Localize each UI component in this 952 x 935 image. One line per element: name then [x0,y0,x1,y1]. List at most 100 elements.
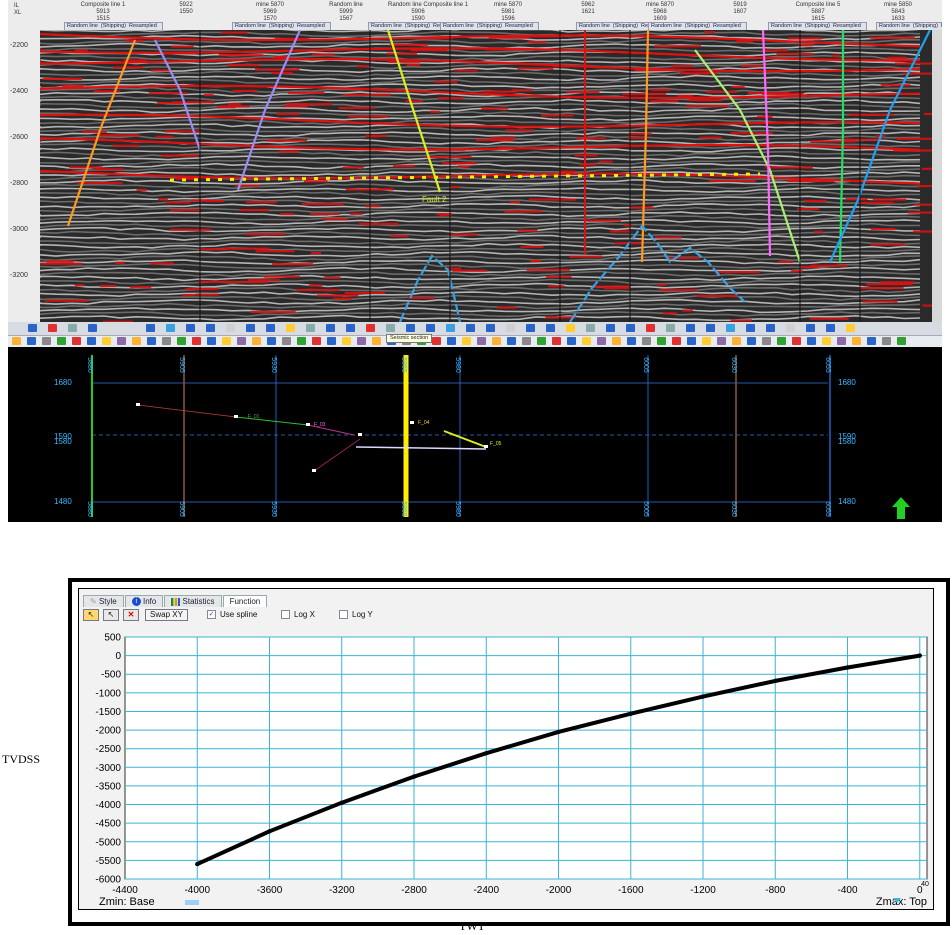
map-toolbar-button[interactable] [612,337,621,345]
toolbar-button[interactable] [346,324,355,332]
toolbar-button[interactable] [386,324,395,332]
toolbar-button[interactable] [286,324,295,332]
map-toolbar-button[interactable] [867,337,876,345]
toolbar-button[interactable] [366,324,375,332]
map-toolbar-button[interactable] [27,337,36,345]
map-toolbar-button[interactable] [297,337,306,345]
toolbar-button[interactable] [826,324,835,332]
map-toolbar-button[interactable] [372,337,381,345]
map-toolbar-button[interactable] [267,337,276,345]
toolbar-button[interactable] [766,324,775,332]
map-toolbar-button[interactable] [102,337,111,345]
map-toolbar-button[interactable] [72,337,81,345]
map-toolbar-button[interactable] [792,337,801,345]
seismic-image[interactable]: Fault 2 [40,30,932,322]
map-toolbar-button[interactable] [462,337,471,345]
map-toolbar-button[interactable] [687,337,696,345]
map-toolbar-button[interactable] [312,337,321,345]
map-canvas[interactable]: 5880 5880 5905 5905 5930 5930 5955 5955 5980 5980… [8,347,942,522]
map-toolbar-button[interactable] [777,337,786,345]
map-toolbar-button[interactable] [702,337,711,345]
toolbar-button[interactable] [48,324,57,332]
toolbar-button[interactable] [526,324,535,332]
function-plot[interactable]: -4400 -4000 -3600 -3200 -2800 -2400 -2000 -1600… [79,589,933,909]
toolbar-button[interactable] [646,324,655,332]
map-toolbar-button[interactable] [492,337,501,345]
toolbar-button[interactable] [666,324,675,332]
toolbar-button[interactable] [186,324,195,332]
map-toolbar-button[interactable] [177,337,186,345]
toolbar-button[interactable] [406,324,415,332]
map-toolbar-button[interactable] [717,337,726,345]
map-toolbar-button[interactable] [732,337,741,345]
map-toolbar-button[interactable] [162,337,171,345]
toolbar-button[interactable] [806,324,815,332]
map-toolbar-button[interactable] [42,337,51,345]
map-toolbar-button[interactable] [447,337,456,345]
map-toolbar-button[interactable] [507,337,516,345]
map-toolbar-button[interactable] [342,337,351,345]
map-toolbar-button[interactable] [477,337,486,345]
map-toolbar-button[interactable] [117,337,126,345]
toolbar-button[interactable] [846,324,855,332]
map-toolbar-button[interactable] [252,337,261,345]
map-toolbar-button[interactable] [432,337,441,345]
toolbar-button[interactable] [246,324,255,332]
map-toolbar-button[interactable] [132,337,141,345]
map-toolbar-button[interactable] [327,337,336,345]
map-toolbar-button[interactable] [882,337,891,345]
toolbar-button[interactable] [706,324,715,332]
toolbar-button[interactable] [206,324,215,332]
toolbar-button[interactable] [68,324,77,332]
map-toolbar-button[interactable] [807,337,816,345]
toolbar-button[interactable] [426,324,435,332]
toolbar-button[interactable] [746,324,755,332]
toolbar-button[interactable] [146,324,155,332]
toolbar-button[interactable] [626,324,635,332]
toolbar-button[interactable] [326,324,335,332]
map-toolbar-button[interactable] [837,337,846,345]
toolbar-button[interactable] [566,324,575,332]
toolbar-button[interactable] [786,324,795,332]
toolbar-button[interactable] [486,324,495,332]
map-toolbar-button[interactable] [57,337,66,345]
toolbar-button[interactable] [306,324,315,332]
seismic-section-view[interactable]: IL XL Composite line 1 5913 1515 5922 1550 mi… [8,0,942,322]
map-toolbar-button[interactable] [747,337,756,345]
map-toolbar-button[interactable] [657,337,666,345]
map-toolbar-button[interactable] [627,337,636,345]
toolbar-button[interactable] [446,324,455,332]
map-toolbar-button[interactable] [762,337,771,345]
map-toolbar-button[interactable] [222,337,231,345]
map-toolbar-button[interactable] [12,337,21,345]
toolbar-button[interactable] [546,324,555,332]
map-toolbar-button[interactable] [207,337,216,345]
toolbar-button[interactable] [28,324,37,332]
map-toolbar-button[interactable] [642,337,651,345]
toolbar-button[interactable] [166,324,175,332]
toolbar-button[interactable] [226,324,235,332]
map-toolbar-button[interactable] [192,337,201,345]
toolbar-button[interactable] [466,324,475,332]
map-toolbar-button[interactable] [597,337,606,345]
map-toolbar-button[interactable] [897,337,906,345]
seismic-scrollbar[interactable] [932,30,942,322]
toolbar-button[interactable] [726,324,735,332]
map-toolbar-button[interactable] [282,337,291,345]
map-view[interactable]: 5880 5880 5905 5905 5930 5930 5955 5955 5980 5980… [8,347,942,522]
toolbar-button[interactable] [606,324,615,332]
map-toolbar-button[interactable] [552,337,561,345]
map-toolbar-button[interactable] [537,337,546,345]
toolbar-button[interactable] [586,324,595,332]
map-toolbar-button[interactable] [822,337,831,345]
map-toolbar-button[interactable] [567,337,576,345]
map-toolbar-button[interactable] [582,337,591,345]
map-toolbar-button[interactable] [522,337,531,345]
map-toolbar-button[interactable] [672,337,681,345]
map-toolbar-button[interactable] [147,337,156,345]
toolbar-button[interactable] [506,324,515,332]
toolbar-button[interactable] [686,324,695,332]
map-toolbar-button[interactable] [357,337,366,345]
toolbar-button[interactable] [88,324,97,332]
map-toolbar-button[interactable] [852,337,861,345]
